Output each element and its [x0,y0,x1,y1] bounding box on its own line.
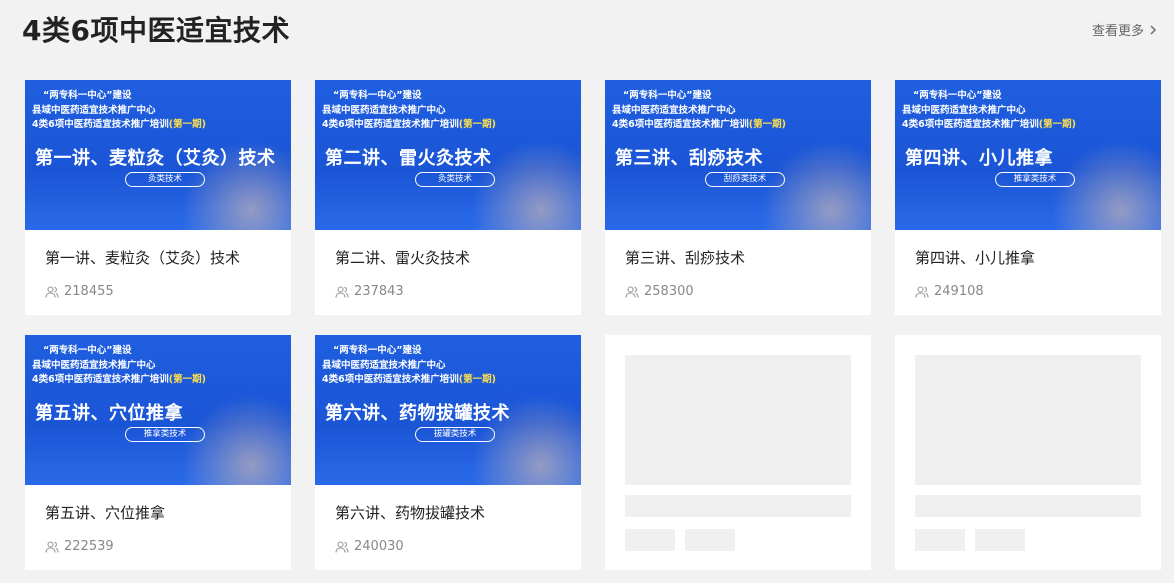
users-icon [625,285,639,298]
banner-category-tag: 推拿类技术 [125,427,205,442]
banner-title: 第五讲、穴位推拿 [35,403,183,424]
banner-line-3-highlight: (第一期) [168,374,206,385]
course-banner: “两专科一中心”建设 县域中医药适宜技术推广中心 4类6项中医药适宜技术推广培训… [605,80,871,230]
placeholder-title [915,495,1141,517]
banner-title: 第六讲、药物拔罐技术 [325,403,510,424]
course-banner: “两专科一中心”建设 县域中医药适宜技术推广中心 4类6项中医药适宜技术推广培训… [25,80,291,230]
view-count: 258300 [644,284,694,299]
banner-category-tag: 灸类技术 [415,172,495,187]
banner-line-2: 县域中医药适宜技术推广中心 [32,105,156,116]
banner-category-tag: 灸类技术 [125,172,205,187]
banner-line-3: 4类6项中医药适宜技术推广培训(第一期) [322,116,581,130]
course-banner: “两专科一中心”建设 县域中医药适宜技术推广中心 4类6项中医药适宜技术推广培训… [895,80,1161,230]
banner-line-3-prefix: 4类6项中医药适宜技术推广培训 [612,119,749,130]
users-icon [45,540,59,553]
banner-line-3: 4类6项中医药适宜技术推广培训(第一期) [32,116,291,130]
banner-title: 第四讲、小儿推拿 [905,148,1053,169]
course-views: 222539 [45,539,114,554]
banner-line-3-highlight: (第一期) [168,119,206,130]
view-count: 249108 [934,284,984,299]
course-title[interactable]: 第六讲、药物拔罐技术 [335,502,485,523]
course-views: 218455 [45,284,114,299]
section-header: 4类6项中医适宜技术 查看更多 [0,0,1174,60]
placeholder-title [625,495,851,517]
users-icon [335,285,349,298]
view-count: 240030 [354,539,404,554]
loading-placeholder-card [605,335,871,570]
banner-line-3: 4类6项中医药适宜技术推广培训(第一期) [32,371,291,385]
banner-line-1: “两专科一中心”建设 [333,90,422,101]
course-title[interactable]: 第一讲、麦粒灸（艾灸）技术 [45,247,240,268]
banner-line-2: 县域中医药适宜技术推广中心 [322,105,446,116]
placeholder-image [625,355,851,485]
banner-line-2: 县域中医药适宜技术推广中心 [612,105,736,116]
placeholder-chip [915,529,965,551]
view-count: 218455 [64,284,114,299]
course-views: 240030 [335,539,404,554]
banner-line-3: 4类6项中医药适宜技术推广培训(第一期) [612,116,871,130]
course-card[interactable]: “两专科一中心”建设 县域中医药适宜技术推广中心 4类6项中医药适宜技术推广培训… [25,80,291,315]
banner-line-3-prefix: 4类6项中医药适宜技术推广培训 [32,374,169,385]
banner-line-2: 县域中医药适宜技术推广中心 [322,360,446,371]
banner-line-1: “两专科一中心”建设 [43,90,132,101]
section-title: 4类6项中医适宜技术 [22,14,290,47]
banner-line-1: “两专科一中心”建设 [43,345,132,356]
course-views: 258300 [625,284,694,299]
placeholder-chip [975,529,1025,551]
banner-title: 第二讲、雷火灸技术 [325,148,492,169]
course-views: 249108 [915,284,984,299]
banner-line-2: 县域中医药适宜技术推广中心 [32,360,156,371]
banner-line-1: “两专科一中心”建设 [913,90,1002,101]
placeholder-chip [625,529,675,551]
banner-line-3-highlight: (第一期) [748,119,786,130]
banner-line-3-highlight: (第一期) [458,119,496,130]
view-more-label: 查看更多 [1091,24,1144,39]
course-card[interactable]: “两专科一中心”建设 县域中医药适宜技术推广中心 4类6项中医药适宜技术推广培训… [25,335,291,570]
banner-line-1: “两专科一中心”建设 [333,345,422,356]
course-title[interactable]: 第四讲、小儿推拿 [915,247,1035,268]
course-views: 237843 [335,284,404,299]
chevron-right-icon [1150,25,1156,34]
course-grid: “两专科一中心”建设 县域中医药适宜技术推广中心 4类6项中医药适宜技术推广培训… [25,80,1161,570]
course-card[interactable]: “两专科一中心”建设 县域中医药适宜技术推广中心 4类6项中医药适宜技术推广培训… [605,80,871,315]
view-more-link[interactable]: 查看更多 [1092,20,1158,39]
course-card[interactable]: “两专科一中心”建设 县域中医药适宜技术推广中心 4类6项中医药适宜技术推广培训… [895,80,1161,315]
users-icon [45,285,59,298]
banner-line-3-highlight: (第一期) [458,374,496,385]
banner-line-3-prefix: 4类6项中医药适宜技术推广培训 [322,374,459,385]
users-icon [335,540,349,553]
course-banner: “两专科一中心”建设 县域中医药适宜技术推广中心 4类6项中医药适宜技术推广培训… [25,335,291,485]
banner-title: 第一讲、麦粒灸（艾灸）技术 [35,148,276,169]
course-title[interactable]: 第五讲、穴位推拿 [45,502,165,523]
banner-line-1: “两专科一中心”建设 [623,90,712,101]
course-banner: “两专科一中心”建设 县域中医药适宜技术推广中心 4类6项中医药适宜技术推广培训… [315,335,581,485]
placeholder-chip [685,529,735,551]
banner-line-3-prefix: 4类6项中医药适宜技术推广培训 [902,119,1039,130]
banner-line-3-highlight: (第一期) [1038,119,1076,130]
banner-category-tag: 拔罐类技术 [415,427,495,442]
view-count: 237843 [354,284,404,299]
course-title[interactable]: 第二讲、雷火灸技术 [335,247,470,268]
banner-line-3-prefix: 4类6项中医药适宜技术推广培训 [322,119,459,130]
course-card[interactable]: “两专科一中心”建设 县域中医药适宜技术推广中心 4类6项中医药适宜技术推广培训… [315,80,581,315]
course-title[interactable]: 第三讲、刮痧技术 [625,247,745,268]
banner-line-2: 县域中医药适宜技术推广中心 [902,105,1026,116]
banner-category-tag: 推拿类技术 [995,172,1075,187]
users-icon [915,285,929,298]
banner-line-3: 4类6项中医药适宜技术推广培训(第一期) [902,116,1161,130]
banner-line-3: 4类6项中医药适宜技术推广培训(第一期) [322,371,581,385]
course-banner: “两专科一中心”建设 县域中医药适宜技术推广中心 4类6项中医药适宜技术推广培训… [315,80,581,230]
loading-placeholder-card [895,335,1161,570]
placeholder-image [915,355,1141,485]
course-card[interactable]: “两专科一中心”建设 县域中医药适宜技术推广中心 4类6项中医药适宜技术推广培训… [315,335,581,570]
banner-category-tag: 刮痧类技术 [705,172,785,187]
banner-title: 第三讲、刮痧技术 [615,148,763,169]
view-count: 222539 [64,539,114,554]
banner-line-3-prefix: 4类6项中医药适宜技术推广培训 [32,119,169,130]
